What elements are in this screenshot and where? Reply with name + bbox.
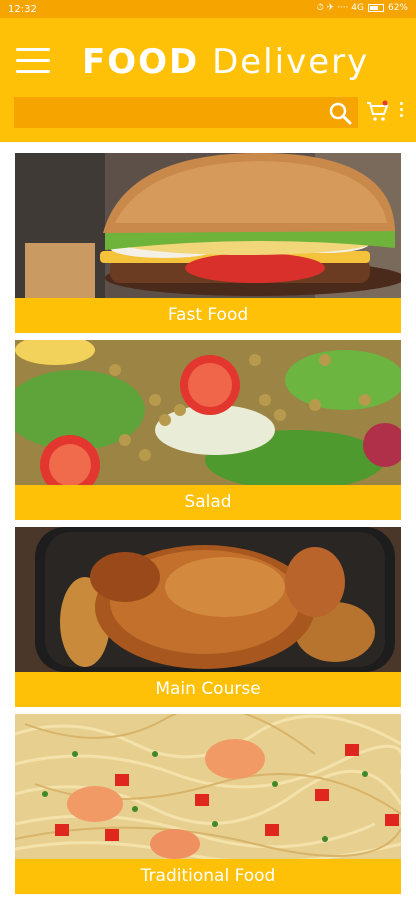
roast-chicken-image (15, 527, 401, 672)
category-card-salad[interactable]: Salad (15, 340, 401, 520)
status-icons: ⏱ ✈ ···· 4G (316, 3, 364, 13)
status-bar: 12:32 ⏱ ✈ ···· 4G 62% (0, 0, 416, 18)
hamburger-menu-icon[interactable] (16, 48, 50, 74)
status-indicators: ⏱ ✈ ···· 4G 62% (317, 3, 408, 13)
search-icon[interactable] (328, 101, 352, 125)
battery-icon (367, 4, 384, 12)
category-card-main-course[interactable]: Main Course (15, 527, 401, 707)
category-label: Fast Food (15, 298, 401, 333)
search-input[interactable] (18, 101, 322, 125)
category-card-fast-food[interactable]: Fast Food (15, 153, 401, 333)
app-bar: FOOD Delivery (0, 18, 416, 142)
cart-icon[interactable] (366, 100, 390, 124)
battery-level: 62% (387, 3, 408, 13)
spaghetti-image (15, 714, 401, 859)
status-time: 12:32 (8, 4, 37, 15)
search-bar[interactable] (14, 97, 358, 128)
more-options-icon[interactable] (398, 102, 404, 122)
salad-image (15, 340, 401, 485)
category-label: Salad (15, 485, 401, 520)
app-title: FOOD Delivery (82, 42, 369, 82)
app-title-bold: FOOD (82, 42, 200, 82)
category-label: Traditional Food (15, 859, 401, 894)
app-title-rest: Delivery (212, 42, 370, 82)
burger-image (15, 153, 401, 298)
category-label: Main Course (15, 672, 401, 707)
category-card-traditional-food[interactable]: Traditional Food (15, 714, 401, 894)
